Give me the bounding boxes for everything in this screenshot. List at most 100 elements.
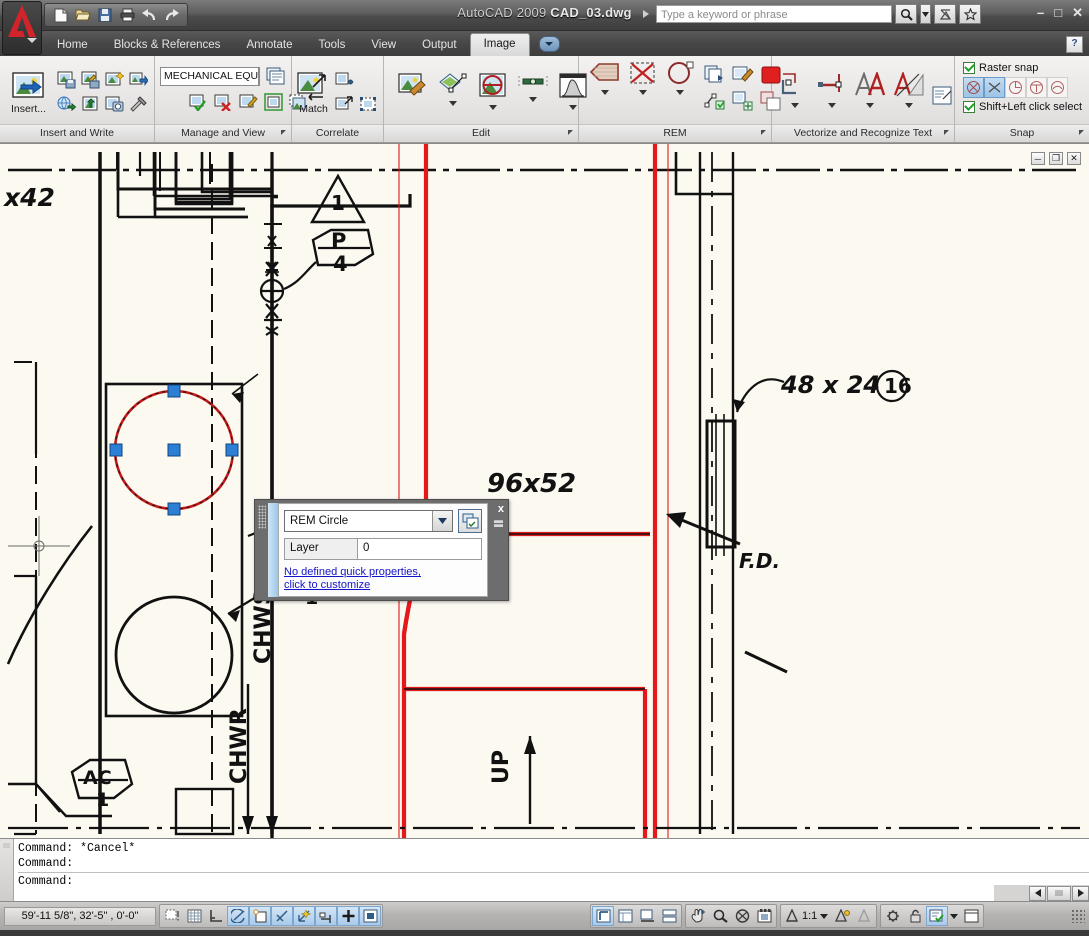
rem-create-button[interactable]: [589, 61, 621, 103]
panel-expand-arrow-icon[interactable]: [944, 130, 949, 135]
save-file-button[interactable]: [95, 6, 115, 24]
command-history[interactable]: Command: *Cancel* Command: Command:: [14, 839, 1089, 901]
tab-image[interactable]: Image: [469, 33, 530, 56]
image-crop-dropdown-arrow[interactable]: [489, 105, 497, 110]
search-button[interactable]: [895, 4, 917, 24]
image-list-combo[interactable]: MECHANICAL EQU: [160, 66, 260, 86]
snap-mode-toggle[interactable]: [161, 906, 183, 926]
image-web-button[interactable]: [55, 93, 77, 115]
image-retouch-button[interactable]: [398, 72, 428, 114]
drawing-minimize-button[interactable]: ─: [1031, 152, 1045, 165]
command-scrollbar[interactable]: [994, 885, 1089, 901]
panel-expand-arrow-icon[interactable]: [281, 130, 286, 135]
rem-vectorize-button[interactable]: [730, 89, 756, 113]
annotation-scale-control[interactable]: 1:1: [782, 909, 831, 923]
image-show-button[interactable]: [187, 91, 209, 113]
palette-close-button[interactable]: x: [498, 503, 504, 515]
recognize-text-button[interactable]: [854, 71, 886, 114]
maximize-button[interactable]: □: [1054, 6, 1062, 20]
show-lineweight-toggle[interactable]: [359, 906, 381, 926]
snap-node-button[interactable]: [963, 77, 984, 98]
open-file-button[interactable]: [73, 6, 93, 24]
image-frame-button[interactable]: [262, 91, 284, 113]
ribbon-options-dropdown[interactable]: [538, 36, 560, 52]
tab-blocks-references[interactable]: Blocks & References: [101, 35, 234, 56]
search-dropdown-button[interactable]: [920, 4, 931, 24]
snap-endpoint-button[interactable]: [1005, 77, 1026, 98]
vectorize-lines-button[interactable]: [780, 72, 810, 114]
image-slice-dropdown-arrow[interactable]: [449, 101, 457, 106]
image-settings-button[interactable]: [127, 93, 149, 115]
panel-expand-arrow-icon[interactable]: [1079, 130, 1084, 135]
palette-menu-icon[interactable]: ▬ ▬: [494, 516, 503, 529]
property-value[interactable]: 0: [358, 539, 481, 559]
new-file-button[interactable]: [51, 6, 71, 24]
grid-display-toggle[interactable]: [183, 906, 205, 926]
image-slice-button[interactable]: [438, 72, 468, 114]
rem-erase-button[interactable]: [628, 61, 658, 103]
panel-expand-arrow-icon[interactable]: [761, 130, 766, 135]
status-tray-settings-button[interactable]: [926, 906, 949, 926]
snap-arc-center-button[interactable]: [1047, 77, 1068, 98]
rem-convert-button[interactable]: [702, 89, 728, 113]
image-manager-button[interactable]: [264, 65, 286, 87]
communication-center-button[interactable]: [934, 4, 956, 24]
vectorize-lines-dropdown-arrow[interactable]: [791, 102, 799, 108]
drawing-area[interactable]: x42 1 P 4 2½" T 1 AC 1 96x52 48 x 24 16 …: [0, 143, 1089, 838]
command-window-grip[interactable]: [0, 839, 14, 901]
command-scroll-right-button[interactable]: [1072, 885, 1089, 901]
write-image-button[interactable]: [55, 69, 77, 91]
drawing-canvas[interactable]: x42 1 P 4 2½" T 1 AC 1 96x52 48 x 24 16 …: [0, 144, 1089, 838]
image-snapshot-button[interactable]: [103, 93, 125, 115]
favorites-button[interactable]: [959, 4, 981, 24]
showmotion-button[interactable]: [753, 906, 775, 926]
command-scroll-left-button[interactable]: [1029, 885, 1046, 901]
object-type-combo[interactable]: REM Circle: [284, 510, 453, 532]
quick-properties-toggle-button[interactable]: [458, 509, 482, 533]
text-compare-dropdown-arrow[interactable]: [905, 102, 913, 108]
customize-link[interactable]: No defined quick properties, click to cu…: [284, 566, 482, 592]
rem-circle-button[interactable]: [665, 61, 695, 103]
image-histogram-dropdown-arrow[interactable]: [569, 105, 577, 110]
minimize-button[interactable]: –: [1037, 6, 1044, 20]
tab-output[interactable]: Output: [409, 35, 470, 56]
palette-grip[interactable]: [258, 505, 266, 529]
workspace-settings-button[interactable]: [882, 906, 904, 926]
rem-create-dropdown-arrow[interactable]: [601, 90, 609, 95]
snap-intersection-button[interactable]: [984, 77, 1005, 98]
rem-copy-button[interactable]: [702, 63, 728, 87]
plot-button[interactable]: [117, 6, 137, 24]
snap-midpoint-button[interactable]: [1026, 77, 1047, 98]
annotation-visibility-button[interactable]: [831, 906, 853, 926]
allow-ucs-toggle[interactable]: [293, 906, 315, 926]
close-button[interactable]: ✕: [1072, 6, 1083, 20]
dynamic-ucs-toggle[interactable]: [315, 906, 337, 926]
undo-button[interactable]: [139, 6, 159, 24]
tab-view[interactable]: View: [358, 35, 409, 56]
status-tray-dropdown-button[interactable]: [948, 906, 960, 926]
property-row-layer[interactable]: Layer 0: [284, 538, 482, 560]
text-settings-button[interactable]: [932, 84, 952, 108]
image-despeckle-button[interactable]: [518, 72, 548, 114]
drawing-restore-button[interactable]: ❐: [1049, 152, 1063, 165]
redo-button[interactable]: [161, 6, 181, 24]
image-hide-button[interactable]: [212, 91, 234, 113]
drawing-close-button[interactable]: ✕: [1067, 152, 1081, 165]
status-bar-resize-grip[interactable]: [1071, 909, 1085, 923]
insert-image-button[interactable]: Insert...: [5, 68, 52, 115]
command-prompt[interactable]: Command:: [18, 874, 1089, 889]
coordinates-display[interactable]: 59'-11 5/8", 32'-5" , 0'-0": [4, 906, 156, 926]
image-crop-button[interactable]: [478, 72, 508, 114]
tab-home[interactable]: Home: [44, 35, 101, 56]
new-image-button[interactable]: [103, 69, 125, 91]
model-space-button[interactable]: [592, 906, 614, 926]
auto-add-scale-button[interactable]: [853, 906, 875, 926]
ortho-mode-toggle[interactable]: [205, 906, 227, 926]
match-button[interactable]: Match: [297, 69, 330, 115]
panel-expand-arrow-icon[interactable]: [568, 130, 573, 135]
dynamic-input-toggle[interactable]: [337, 906, 359, 926]
steering-wheel-button[interactable]: [731, 906, 753, 926]
toolbar-lock-button[interactable]: [904, 906, 926, 926]
zoom-tool-button[interactable]: [709, 906, 731, 926]
vectorize-dimension-dropdown-arrow[interactable]: [828, 102, 836, 108]
